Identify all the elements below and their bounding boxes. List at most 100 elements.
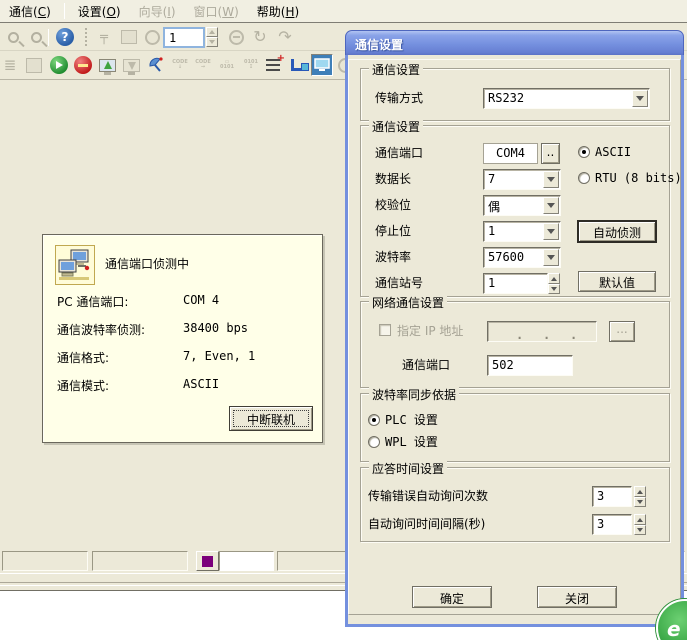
spin-up-icon[interactable] — [634, 486, 646, 497]
parity-select[interactable]: 偶 — [483, 195, 561, 216]
spin-down-icon[interactable] — [634, 497, 646, 507]
chevron-down-icon[interactable] — [543, 171, 559, 188]
plc-setting-radio[interactable] — [368, 414, 380, 426]
chevron-down-icon[interactable] — [632, 90, 648, 107]
rtu-radio[interactable] — [578, 172, 590, 184]
baud-rate-label: 波特率 — [375, 247, 411, 267]
wpl-setting-label[interactable]: WPL 设置 — [385, 435, 438, 449]
com-port-browse-button[interactable]: .. — [541, 143, 560, 164]
data-length-select[interactable]: 7 — [483, 169, 561, 190]
group-title: 波特率同步依据 — [369, 386, 459, 403]
interrupt-connection-button[interactable]: 中断联机 — [229, 406, 313, 431]
status-segment — [2, 551, 88, 571]
communication-computers-icon — [55, 245, 95, 285]
download-to-plc-icon[interactable] — [97, 55, 117, 75]
menu-hotkey: C — [38, 5, 46, 19]
menu-hotkey: W — [222, 5, 234, 19]
menu-settings[interactable]: 设置(O) — [69, 0, 130, 23]
baud-rate-select[interactable]: 57600 — [483, 247, 561, 268]
monitor-glyph — [314, 58, 330, 72]
station-input[interactable]: 1 — [483, 273, 548, 294]
assign-ip-checkbox — [379, 324, 391, 336]
ip-dot: . — [516, 328, 523, 342]
menu-label: ) — [46, 5, 51, 19]
group-title: 通信设置 — [369, 118, 423, 135]
retry-count-label: 传输错误自动询问次数 — [368, 486, 488, 506]
auto-detect-button[interactable]: 自动侦测 — [578, 221, 656, 242]
rtu-radio-label[interactable]: RTU (8 bits) — [595, 171, 682, 185]
menu-communication[interactable]: 通信(C) — [0, 0, 60, 23]
spin-up-icon[interactable] — [206, 27, 218, 37]
ascii-radio[interactable] — [578, 146, 590, 158]
monitor-edit-icon[interactable] — [288, 55, 308, 75]
com-port-label: 通信端口 — [375, 143, 423, 163]
parity-value: 偶 — [488, 198, 500, 215]
spin-down-icon[interactable] — [634, 525, 646, 535]
ip-dot: . — [543, 328, 550, 342]
retry-count-input[interactable]: 3 — [592, 486, 632, 507]
menu-label: 向导( — [139, 5, 168, 19]
upload-from-plc-icon — [121, 55, 141, 75]
network-port-label: 通信端口 — [402, 355, 450, 375]
communication-satellite-icon[interactable] — [146, 55, 166, 75]
stop-plc-icon[interactable] — [73, 55, 93, 75]
query-interval-stepper[interactable] — [634, 514, 646, 535]
retry-count-stepper[interactable] — [634, 486, 646, 507]
page-number-stepper[interactable] — [206, 27, 218, 47]
wpl-setting-radio[interactable] — [368, 436, 380, 448]
menu-help[interactable]: 帮助(H) — [248, 0, 308, 23]
ip-address-input: . . . — [487, 321, 597, 342]
communication-settings-dialog: 通信设置 通信设置 传输方式 RS232 通信设置 通信端口 COM4 .. A… — [345, 30, 684, 627]
stack-icon: ≣ — [0, 55, 20, 75]
online-monitor-icon[interactable] — [311, 54, 333, 76]
toolbar-separator — [48, 29, 49, 46]
transfer-type-label: 传输方式 — [375, 88, 423, 108]
query-interval-input[interactable]: 3 — [592, 514, 632, 535]
menu-label: 设置( — [78, 5, 107, 19]
menu-hotkey: O — [106, 5, 115, 19]
page-number-input[interactable] — [163, 27, 205, 48]
zoom-out-icon — [26, 27, 46, 47]
transfer-type-value: RS232 — [488, 91, 524, 105]
remove-icon — [226, 27, 246, 47]
chevron-down-icon[interactable] — [543, 223, 559, 240]
edit-registers-icon[interactable] — [264, 55, 284, 75]
assign-ip-label: 指定 IP 地址 — [397, 321, 463, 341]
menu-separator — [64, 3, 65, 19]
close-button[interactable]: 关闭 — [537, 586, 617, 608]
ascii-radio-label[interactable]: ASCII — [595, 145, 631, 159]
toolbar-separator — [85, 28, 87, 46]
dialog-title: 通信设置 — [355, 38, 403, 52]
detect-row-label: PC 通信端口: — [57, 293, 128, 310]
detect-row-value: ASCII — [183, 377, 219, 391]
ok-button[interactable]: 确定 — [412, 586, 492, 608]
purple-swatch — [202, 556, 213, 567]
spin-up-icon[interactable] — [634, 514, 646, 525]
query-interval-label: 自动询问时间间隔(秒) — [368, 514, 485, 534]
chevron-down-icon[interactable] — [543, 249, 559, 266]
spin-down-icon[interactable] — [548, 284, 560, 294]
menu-wizard: 向导(I) — [130, 0, 185, 23]
status-color-button[interactable] — [196, 551, 219, 571]
default-values-button[interactable]: 默认值 — [578, 271, 656, 292]
monitor-bits-icon: ▭0101 — [217, 55, 237, 75]
detect-panel: 通信端口侦测中 PC 通信端口: COM 4 通信波特率侦测: 38400 bp… — [42, 234, 323, 443]
data-length-label: 数据长 — [375, 169, 411, 189]
chevron-down-icon[interactable] — [543, 197, 559, 214]
network-port-input[interactable]: 502 — [487, 355, 573, 376]
spin-down-icon[interactable] — [206, 37, 218, 47]
code-download-icon: CODE↓ — [170, 55, 190, 75]
detect-row-label: 通信波特率侦测: — [57, 321, 145, 338]
schedule-tool-icon — [119, 27, 139, 47]
baud-rate-value: 57600 — [488, 250, 524, 264]
bits-download-icon: 0101↧ — [241, 55, 261, 75]
plc-setting-label[interactable]: PLC 设置 — [385, 413, 438, 427]
help-icon[interactable]: ? — [55, 27, 75, 47]
transfer-type-select[interactable]: RS232 — [483, 88, 650, 109]
stop-bits-select[interactable]: 1 — [483, 221, 561, 242]
redo-icon: ↷ — [275, 27, 295, 47]
dialog-titlebar[interactable]: 通信设置 — [345, 30, 684, 55]
spin-up-icon[interactable] — [548, 273, 560, 284]
station-stepper[interactable] — [548, 273, 560, 294]
run-plc-icon[interactable] — [49, 55, 69, 75]
